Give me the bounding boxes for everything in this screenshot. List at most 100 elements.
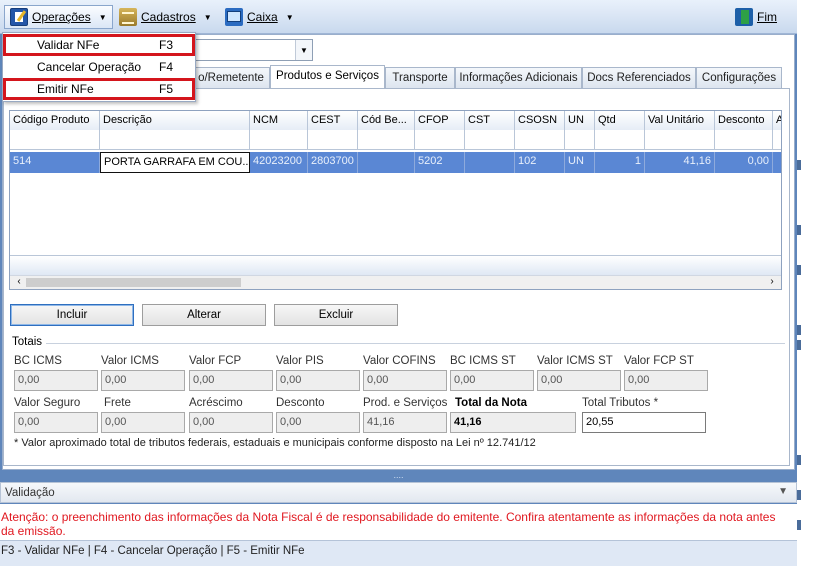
total-nota-field[interactable]: 41,16 (450, 412, 576, 433)
cadastros-label: Cadastros (141, 10, 196, 24)
filter-cell[interactable] (645, 130, 715, 149)
column-header[interactable]: CSOSN (515, 111, 565, 130)
caixa-menu-button[interactable]: Caixa ▼ (220, 5, 299, 29)
column-header[interactable]: Descrição (100, 111, 250, 130)
filter-cell[interactable] (250, 130, 308, 149)
column-header[interactable]: Cód Be... (358, 111, 415, 130)
operation-type-select[interactable]: ▼ (195, 39, 313, 61)
scrollbar-thumb[interactable] (26, 278, 241, 287)
field-label: Acréscimo (189, 397, 243, 409)
field-label: Total Tributos * (582, 397, 659, 409)
cell-desconto[interactable]: 0,00 (715, 152, 773, 173)
field-label: BC ICMS (14, 355, 62, 367)
desconto-field[interactable]: 0,00 (276, 412, 360, 433)
valor-seguro-field[interactable]: 0,00 (14, 412, 98, 433)
column-header[interactable]: NCM (250, 111, 308, 130)
filter-cell[interactable] (595, 130, 645, 149)
scroll-right-icon[interactable]: › (765, 276, 779, 287)
cell-a[interactable] (773, 152, 781, 173)
cadastros-menu-button[interactable]: Cadastros ▼ (114, 5, 217, 29)
tributos-footnote: * Valor aproximado total de tributos fed… (14, 437, 536, 449)
chevron-down-icon[interactable]: ▼ (295, 40, 312, 60)
cell-csosn[interactable]: 102 (515, 152, 565, 173)
filter-cell[interactable] (515, 130, 565, 149)
column-header[interactable]: Código Produto (10, 111, 100, 130)
operacoes-dropdown-menu: Validar NFe F3 Cancelar Operação F4 Emit… (2, 32, 196, 102)
total-tributos-field[interactable]: 20,55 (582, 412, 706, 433)
warning-message: Atenção: o preenchimento das informações… (1, 510, 776, 538)
horizontal-scrollbar[interactable]: ‹ › (10, 275, 781, 289)
chevron-down-icon: ▼ (203, 12, 212, 22)
edge-mark (797, 160, 801, 170)
cell-qtd[interactable]: 1 (595, 152, 645, 173)
alterar-button[interactable]: Alterar (142, 304, 266, 326)
bc-icms-st-field[interactable]: 0,00 (450, 370, 534, 391)
menu-item-validar-nfe[interactable]: Validar NFe F3 (3, 34, 195, 56)
valor-icms-st-field[interactable]: 0,00 (537, 370, 621, 391)
tab-informacoes-adicionais[interactable]: Informações Adicionais (455, 67, 582, 88)
cell-cod-beneficio[interactable] (358, 152, 415, 173)
menu-item-label: Validar NFe (37, 38, 100, 52)
tab-configuracoes[interactable]: Configurações (696, 67, 782, 88)
exit-door-icon (735, 8, 753, 26)
filter-cell[interactable] (415, 130, 465, 149)
cell-descricao[interactable]: PORTA GARRAFA EM COU... (100, 152, 250, 173)
column-header[interactable]: CFOP (415, 111, 465, 130)
tab-destinatario[interactable]: o/Remetente (192, 67, 270, 88)
frete-field[interactable]: 0,00 (101, 412, 185, 433)
chevron-down-icon: ▼ (285, 12, 294, 22)
valor-icms-field[interactable]: 0,00 (101, 370, 185, 391)
tab-docs-referenciados[interactable]: Docs Referenciados (582, 67, 696, 88)
edge-mark (797, 325, 801, 335)
column-header[interactable]: UN (565, 111, 595, 130)
filter-cell[interactable] (308, 130, 358, 149)
panel-splitter[interactable]: .... (0, 471, 797, 481)
column-header[interactable]: Desconto (715, 111, 773, 130)
menu-item-shortcut: F5 (159, 82, 174, 96)
valor-pis-field[interactable]: 0,00 (276, 370, 360, 391)
grid-footer-strip (10, 255, 781, 275)
cell-cest[interactable]: 2803700 (308, 152, 358, 173)
operacoes-menu-button[interactable]: Operações ▼ (4, 5, 113, 29)
filter-cell[interactable] (358, 130, 415, 149)
table-row[interactable]: 514 PORTA GARRAFA EM COU... 42023200 280… (10, 152, 781, 173)
filter-cell[interactable] (773, 130, 781, 149)
menu-item-cancelar-operacao[interactable]: Cancelar Operação F4 (3, 56, 195, 78)
tab-transporte[interactable]: Transporte (385, 67, 455, 88)
column-header[interactable]: Qtd (595, 111, 645, 130)
bc-icms-field[interactable]: 0,00 (14, 370, 98, 391)
tab-produtos-servicos[interactable]: Produtos e Serviços (270, 65, 385, 89)
valor-fcp-st-field[interactable]: 0,00 (624, 370, 708, 391)
validacao-header[interactable]: Validação ▼ (0, 482, 797, 503)
edge-mark (797, 225, 801, 235)
cell-codigo[interactable]: 514 (10, 152, 100, 173)
products-grid[interactable]: Código Produto Descrição NCM CEST Cód Be… (9, 110, 782, 290)
filter-cell[interactable] (465, 130, 515, 149)
column-header[interactable]: Val Unitário (645, 111, 715, 130)
excluir-button[interactable]: Excluir (274, 304, 398, 326)
valor-cofins-field[interactable]: 0,00 (363, 370, 447, 391)
column-header[interactable]: CST (465, 111, 515, 130)
menu-item-emitir-nfe[interactable]: Emitir NFe F5 (3, 78, 195, 100)
filter-cell[interactable] (10, 130, 100, 149)
filter-cell[interactable] (715, 130, 773, 149)
cell-un[interactable]: UN (565, 152, 595, 173)
grid-filter-row[interactable] (10, 130, 781, 150)
acrescimo-field[interactable]: 0,00 (189, 412, 273, 433)
cell-val-unitario[interactable]: 41,16 (645, 152, 715, 173)
valor-fcp-field[interactable]: 0,00 (189, 370, 273, 391)
cell-ncm[interactable]: 42023200 (250, 152, 308, 173)
chevron-down-icon[interactable]: ▼ (778, 486, 788, 497)
cell-cst[interactable] (465, 152, 515, 173)
fim-button[interactable]: Fim (730, 5, 782, 29)
validacao-title: Validação (5, 487, 55, 499)
scroll-left-icon[interactable]: ‹ (12, 276, 26, 287)
column-header[interactable]: A (773, 111, 781, 130)
filter-cell[interactable] (100, 130, 250, 149)
filter-cell[interactable] (565, 130, 595, 149)
incluir-button[interactable]: Incluir (10, 304, 134, 326)
cell-cfop[interactable]: 5202 (415, 152, 465, 173)
field-label: Valor FCP ST (624, 355, 694, 367)
column-header[interactable]: CEST (308, 111, 358, 130)
prod-servicos-field[interactable]: 41,16 (363, 412, 447, 433)
